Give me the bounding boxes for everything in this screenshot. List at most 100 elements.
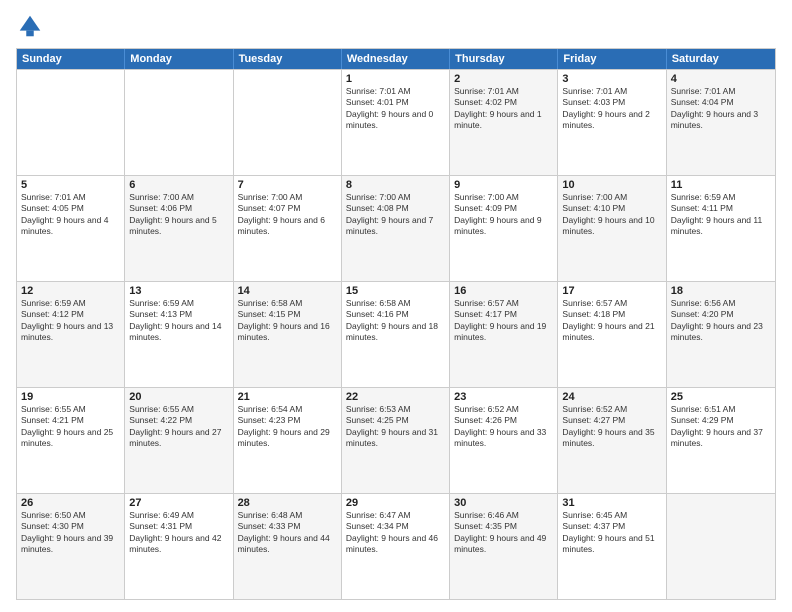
sunrise-text: Sunrise: 6:48 AM <box>238 510 337 521</box>
daylight-text: Daylight: 9 hours and 29 minutes. <box>238 427 337 450</box>
calendar-row-2: 12Sunrise: 6:59 AMSunset: 4:12 PMDayligh… <box>17 281 775 387</box>
sunrise-text: Sunrise: 6:56 AM <box>671 298 771 309</box>
daylight-text: Daylight: 9 hours and 6 minutes. <box>238 215 337 238</box>
calendar-cell: 4Sunrise: 7:01 AMSunset: 4:04 PMDaylight… <box>667 70 775 175</box>
calendar-cell: 16Sunrise: 6:57 AMSunset: 4:17 PMDayligh… <box>450 282 558 387</box>
header-day-wednesday: Wednesday <box>342 49 450 69</box>
day-number: 17 <box>562 285 661 297</box>
calendar-cell: 11Sunrise: 6:59 AMSunset: 4:11 PMDayligh… <box>667 176 775 281</box>
sunset-text: Sunset: 4:04 PM <box>671 97 771 108</box>
sunrise-text: Sunrise: 6:55 AM <box>21 404 120 415</box>
header-day-saturday: Saturday <box>667 49 775 69</box>
calendar-cell: 18Sunrise: 6:56 AMSunset: 4:20 PMDayligh… <box>667 282 775 387</box>
day-number: 4 <box>671 73 771 85</box>
header-day-tuesday: Tuesday <box>234 49 342 69</box>
calendar-cell: 3Sunrise: 7:01 AMSunset: 4:03 PMDaylight… <box>558 70 666 175</box>
daylight-text: Daylight: 9 hours and 35 minutes. <box>562 427 661 450</box>
daylight-text: Daylight: 9 hours and 1 minute. <box>454 109 553 132</box>
day-number: 21 <box>238 391 337 403</box>
sunset-text: Sunset: 4:21 PM <box>21 415 120 426</box>
calendar-row-3: 19Sunrise: 6:55 AMSunset: 4:21 PMDayligh… <box>17 387 775 493</box>
calendar-cell: 7Sunrise: 7:00 AMSunset: 4:07 PMDaylight… <box>234 176 342 281</box>
sunset-text: Sunset: 4:11 PM <box>671 203 771 214</box>
calendar-cell <box>667 494 775 599</box>
day-number: 3 <box>562 73 661 85</box>
header-day-sunday: Sunday <box>17 49 125 69</box>
daylight-text: Daylight: 9 hours and 18 minutes. <box>346 321 445 344</box>
day-number: 28 <box>238 497 337 509</box>
sunrise-text: Sunrise: 6:58 AM <box>346 298 445 309</box>
day-number: 12 <box>21 285 120 297</box>
sunset-text: Sunset: 4:31 PM <box>129 521 228 532</box>
sunset-text: Sunset: 4:20 PM <box>671 309 771 320</box>
header <box>16 12 776 40</box>
calendar-cell: 24Sunrise: 6:52 AMSunset: 4:27 PMDayligh… <box>558 388 666 493</box>
header-day-thursday: Thursday <box>450 49 558 69</box>
sunset-text: Sunset: 4:06 PM <box>129 203 228 214</box>
logo <box>16 12 48 40</box>
sunset-text: Sunset: 4:13 PM <box>129 309 228 320</box>
calendar-cell: 22Sunrise: 6:53 AMSunset: 4:25 PMDayligh… <box>342 388 450 493</box>
daylight-text: Daylight: 9 hours and 23 minutes. <box>671 321 771 344</box>
calendar-cell: 6Sunrise: 7:00 AMSunset: 4:06 PMDaylight… <box>125 176 233 281</box>
daylight-text: Daylight: 9 hours and 9 minutes. <box>454 215 553 238</box>
daylight-text: Daylight: 9 hours and 46 minutes. <box>346 533 445 556</box>
day-number: 29 <box>346 497 445 509</box>
day-number: 7 <box>238 179 337 191</box>
sunset-text: Sunset: 4:27 PM <box>562 415 661 426</box>
day-number: 16 <box>454 285 553 297</box>
sunset-text: Sunset: 4:01 PM <box>346 97 445 108</box>
daylight-text: Daylight: 9 hours and 51 minutes. <box>562 533 661 556</box>
sunset-text: Sunset: 4:23 PM <box>238 415 337 426</box>
sunset-text: Sunset: 4:03 PM <box>562 97 661 108</box>
sunrise-text: Sunrise: 7:01 AM <box>454 86 553 97</box>
daylight-text: Daylight: 9 hours and 0 minutes. <box>346 109 445 132</box>
calendar-cell: 9Sunrise: 7:00 AMSunset: 4:09 PMDaylight… <box>450 176 558 281</box>
day-number: 11 <box>671 179 771 191</box>
sunrise-text: Sunrise: 6:53 AM <box>346 404 445 415</box>
day-number: 31 <box>562 497 661 509</box>
sunrise-text: Sunrise: 6:51 AM <box>671 404 771 415</box>
calendar-cell: 23Sunrise: 6:52 AMSunset: 4:26 PMDayligh… <box>450 388 558 493</box>
sunset-text: Sunset: 4:37 PM <box>562 521 661 532</box>
calendar-cell: 28Sunrise: 6:48 AMSunset: 4:33 PMDayligh… <box>234 494 342 599</box>
sunset-text: Sunset: 4:18 PM <box>562 309 661 320</box>
calendar-row-1: 5Sunrise: 7:01 AMSunset: 4:05 PMDaylight… <box>17 175 775 281</box>
sunrise-text: Sunrise: 7:00 AM <box>454 192 553 203</box>
day-number: 26 <box>21 497 120 509</box>
sunrise-text: Sunrise: 6:57 AM <box>562 298 661 309</box>
calendar-cell: 17Sunrise: 6:57 AMSunset: 4:18 PMDayligh… <box>558 282 666 387</box>
day-number: 27 <box>129 497 228 509</box>
daylight-text: Daylight: 9 hours and 13 minutes. <box>21 321 120 344</box>
sunset-text: Sunset: 4:09 PM <box>454 203 553 214</box>
header-day-friday: Friday <box>558 49 666 69</box>
sunset-text: Sunset: 4:22 PM <box>129 415 228 426</box>
calendar-cell: 1Sunrise: 7:01 AMSunset: 4:01 PMDaylight… <box>342 70 450 175</box>
calendar-body: 1Sunrise: 7:01 AMSunset: 4:01 PMDaylight… <box>17 69 775 599</box>
calendar-cell: 29Sunrise: 6:47 AMSunset: 4:34 PMDayligh… <box>342 494 450 599</box>
daylight-text: Daylight: 9 hours and 11 minutes. <box>671 215 771 238</box>
daylight-text: Daylight: 9 hours and 33 minutes. <box>454 427 553 450</box>
calendar-row-4: 26Sunrise: 6:50 AMSunset: 4:30 PMDayligh… <box>17 493 775 599</box>
daylight-text: Daylight: 9 hours and 39 minutes. <box>21 533 120 556</box>
sunrise-text: Sunrise: 6:45 AM <box>562 510 661 521</box>
daylight-text: Daylight: 9 hours and 21 minutes. <box>562 321 661 344</box>
sunset-text: Sunset: 4:08 PM <box>346 203 445 214</box>
daylight-text: Daylight: 9 hours and 49 minutes. <box>454 533 553 556</box>
calendar-cell: 21Sunrise: 6:54 AMSunset: 4:23 PMDayligh… <box>234 388 342 493</box>
calendar-cell: 14Sunrise: 6:58 AMSunset: 4:15 PMDayligh… <box>234 282 342 387</box>
sunrise-text: Sunrise: 6:57 AM <box>454 298 553 309</box>
sunset-text: Sunset: 4:29 PM <box>671 415 771 426</box>
day-number: 10 <box>562 179 661 191</box>
day-number: 18 <box>671 285 771 297</box>
sunrise-text: Sunrise: 7:00 AM <box>562 192 661 203</box>
page: SundayMondayTuesdayWednesdayThursdayFrid… <box>0 0 792 612</box>
calendar-cell: 12Sunrise: 6:59 AMSunset: 4:12 PMDayligh… <box>17 282 125 387</box>
daylight-text: Daylight: 9 hours and 7 minutes. <box>346 215 445 238</box>
sunrise-text: Sunrise: 7:00 AM <box>129 192 228 203</box>
calendar-cell <box>234 70 342 175</box>
sunset-text: Sunset: 4:33 PM <box>238 521 337 532</box>
sunrise-text: Sunrise: 6:47 AM <box>346 510 445 521</box>
sunset-text: Sunset: 4:12 PM <box>21 309 120 320</box>
calendar-cell: 2Sunrise: 7:01 AMSunset: 4:02 PMDaylight… <box>450 70 558 175</box>
